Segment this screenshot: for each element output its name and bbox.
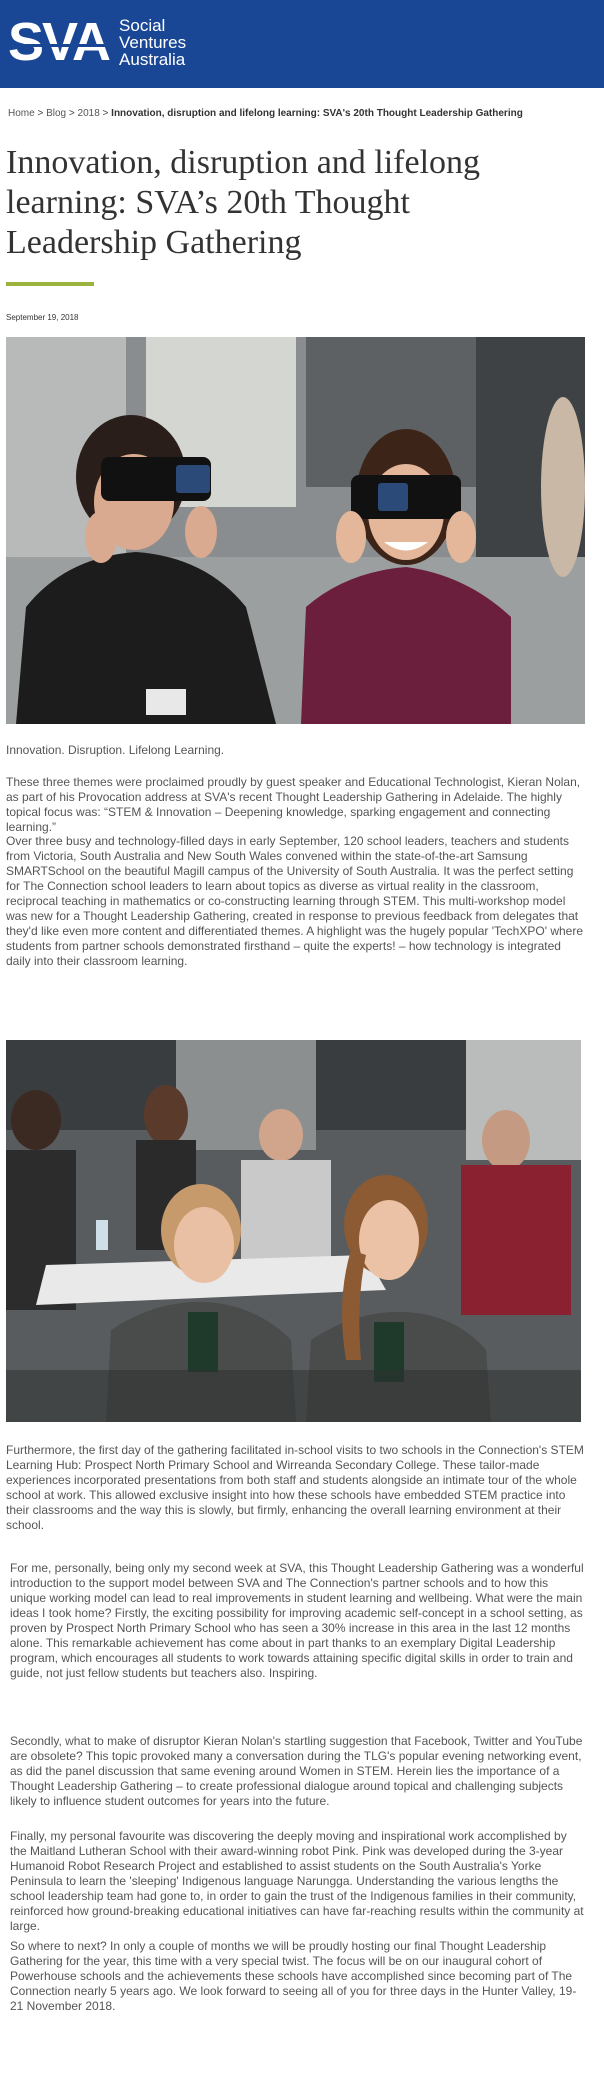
breadcrumb-separator: > (68, 108, 75, 119)
article-paragraph: Finally, my personal favourite was disco… (10, 1829, 584, 1933)
breadcrumb: Home > Blog > 2018 > Innovation, disrupt… (8, 108, 523, 119)
breadcrumb-blog[interactable]: Blog (46, 108, 66, 119)
vr-headsets-illustration (6, 337, 585, 724)
article-paragraph: Furthermore, the first day of the gather… (6, 1443, 584, 1532)
site-header: SVA Social Ventures Australia (0, 0, 604, 88)
page: SVA Social Ventures Australia Home > Blo… (0, 0, 604, 2088)
logo-wordmark: Social Ventures Australia (119, 17, 186, 68)
article-intro: Innovation. Disruption. Lifelong Learnin… (6, 743, 225, 757)
breadcrumb-separator: > (37, 108, 44, 119)
breadcrumb-current: Innovation, disruption and lifelong lear… (111, 108, 523, 119)
title-accent-rule (6, 282, 94, 286)
logo-mark: SVA (8, 12, 111, 72)
page-title: Innovation, disruption and lifelong lear… (6, 144, 481, 261)
breadcrumb-home[interactable]: Home (8, 108, 35, 119)
logo-line: Ventures (119, 32, 187, 52)
article-paragraph: For me, personally, being only my second… (10, 1561, 584, 1680)
breadcrumb-separator: > (102, 108, 109, 119)
vr-headsets-photo (6, 337, 585, 724)
publish-date: September 19, 2018 (6, 313, 79, 322)
sva-logo[interactable]: SVA Social Ventures Australia (8, 12, 186, 72)
logo-line: Social (119, 15, 166, 35)
breadcrumb-2018[interactable]: 2018 (78, 108, 100, 119)
article-paragraph: So where to next? In only a couple of mo… (10, 1939, 577, 2013)
article-paragraph: Secondly, what to make of disruptor Kier… (10, 1734, 583, 1808)
students-photo (6, 1040, 581, 1422)
article-paragraph: Over three busy and technology-filled da… (6, 834, 584, 968)
logo-line: Australia (119, 49, 186, 69)
article-paragraph: These three themes were proclaimed proud… (6, 775, 581, 834)
students-illustration (6, 1040, 581, 1422)
